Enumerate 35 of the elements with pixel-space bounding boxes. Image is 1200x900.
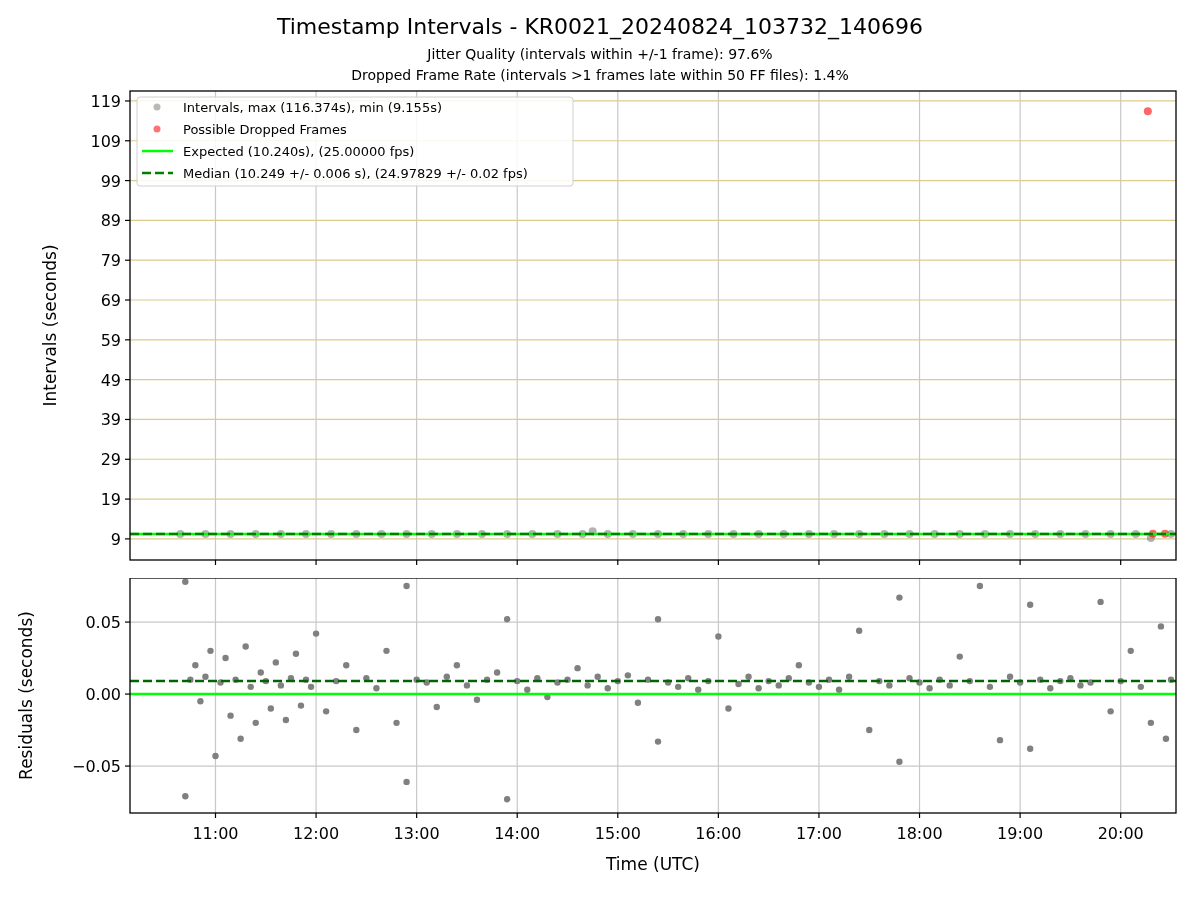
tick-label: 109: [90, 131, 121, 151]
tick-label: 29: [100, 450, 121, 470]
tick-label: 12:00: [293, 824, 340, 843]
legend-label: Possible Dropped Frames: [183, 122, 347, 137]
chart-subtitle: Jitter Quality (intervals within +/-1 frame): 97.6%: [427, 45, 773, 64]
legend-label: Median (10.249 +/- 0.006 s), (24.97829 +/- 0.02 fps): [183, 166, 528, 181]
tick-label: 79: [100, 251, 121, 271]
tick-label: 13:00: [393, 824, 440, 843]
tick-label: 15:00: [594, 824, 641, 843]
tick-label: 39: [100, 410, 121, 430]
tick-label: 18:00: [896, 824, 943, 843]
tick-label: 49: [100, 370, 121, 390]
tick-label: 9: [110, 529, 121, 549]
legend-label: Expected (10.240s), (25.00000 fps): [183, 144, 415, 159]
tick-label: 0.05: [85, 613, 121, 633]
axis-label: Intervals (seconds): [40, 244, 60, 407]
tick-label: 119: [90, 91, 121, 111]
tick-label: 20:00: [1097, 824, 1144, 843]
tick-label: −0.05: [71, 757, 121, 777]
tick-label: 16:00: [695, 824, 742, 843]
tick-label: 17:00: [795, 824, 842, 843]
axis-label: Residuals (seconds): [16, 611, 36, 780]
tick-label: 69: [100, 291, 121, 310]
tick-label: 19:00: [997, 824, 1044, 843]
tick-label: 59: [100, 330, 121, 350]
axis-label: Time (UTC): [606, 854, 700, 874]
tick-label: 0.00: [85, 685, 121, 705]
tick-label: 19: [100, 490, 121, 510]
tick-label: 99: [100, 171, 121, 191]
chart-subtitle: Dropped Frame Rate (intervals >1 frames late within 50 FF files): 1.4%: [351, 66, 849, 85]
tick-label: 89: [100, 211, 121, 231]
chart-title: Timestamp Intervals - KR0021_20240824_103732_140696: [276, 14, 924, 40]
tick-label: 11:00: [192, 824, 239, 843]
legend-label: Intervals, max (116.374s), min (9.155s): [183, 100, 442, 115]
tick-label: 14:00: [494, 824, 541, 843]
